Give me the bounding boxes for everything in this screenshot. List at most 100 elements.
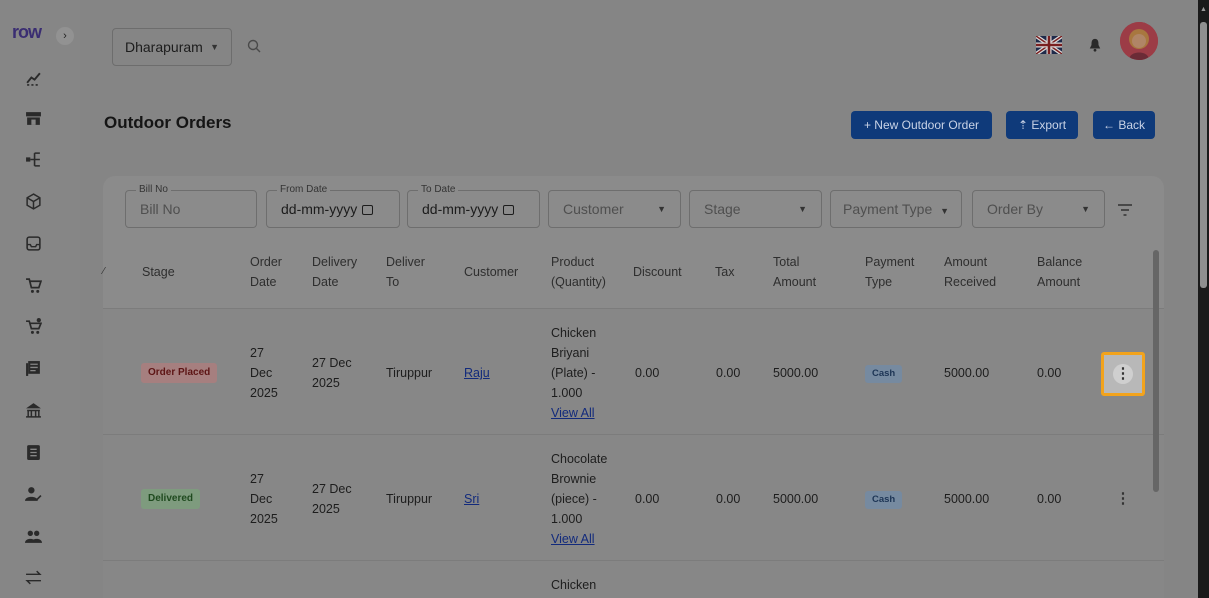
view-all-link[interactable]: View All — [551, 403, 596, 423]
page-scrollbar-thumb[interactable] — [1200, 22, 1207, 288]
order-date-cell: 27 Dec 2025 — [250, 343, 278, 403]
users-icon — [24, 530, 42, 543]
payment-type-select[interactable]: Payment Type ▼ — [830, 190, 962, 228]
table-row[interactable]: Chicken — [103, 560, 1164, 598]
payment-type-badge: Cash — [865, 365, 903, 383]
row-actions-button[interactable]: ⋮ — [1101, 352, 1145, 396]
header-deliver-to-line2: To — [386, 275, 400, 289]
table-row[interactable]: Delivered 27 Dec 2025 27 Dec 2025 Tirupp… — [103, 434, 1164, 560]
amount-received-cell: 5000.00 — [944, 492, 990, 506]
location-value: Dharapuram — [125, 39, 203, 55]
table-scrollbar[interactable] — [1153, 250, 1159, 492]
sidebar-expand-button[interactable]: › — [56, 27, 74, 45]
bell-icon[interactable] — [1088, 38, 1102, 52]
customer-link[interactable]: Sri — [464, 489, 479, 509]
to-date-value: dd-mm-yyyy — [422, 201, 499, 217]
header-delivery-date[interactable]: Delivery Date — [312, 252, 357, 292]
sidebar-item-inbox[interactable] — [22, 232, 44, 254]
search-icon[interactable] — [246, 38, 262, 54]
header-amount-received-line2: Received — [944, 275, 997, 289]
sidebar-item-users[interactable] — [22, 525, 44, 547]
chevron-down-icon: ▼ — [657, 204, 666, 214]
location-select[interactable]: Dharapuram ▼ — [112, 28, 232, 66]
page-scrollbar[interactable]: ▲ — [1198, 0, 1209, 598]
from-date-field[interactable]: From Date dd-mm-yyyy — [266, 183, 400, 228]
avatar[interactable] — [1120, 22, 1158, 60]
inbox-icon — [25, 235, 41, 251]
uk-flag-icon[interactable] — [1036, 36, 1062, 54]
more-vertical-icon: ⋮ — [1115, 490, 1131, 507]
order-date-year: 2025 — [250, 386, 278, 400]
stage-select[interactable]: Stage ▼ — [689, 190, 822, 228]
header-balance-amount[interactable]: Balance Amount — [1037, 252, 1082, 292]
header-deliver-to[interactable]: Deliver To — [386, 252, 425, 292]
header-total-amount[interactable]: Total Amount — [773, 252, 816, 292]
header-balance-amount-line2: Amount — [1037, 275, 1081, 289]
export-button[interactable]: ⇡ Export — [1006, 111, 1078, 139]
header-discount[interactable]: Discount — [633, 262, 682, 282]
calendar-icon[interactable] — [362, 205, 374, 215]
discount-cell: 0.00 — [635, 366, 660, 380]
page-title: Outdoor Orders — [104, 113, 232, 132]
calendar-icon[interactable] — [503, 205, 515, 215]
sidebar-item-user[interactable] — [22, 483, 44, 505]
product-line: Chocolate — [551, 452, 608, 466]
header-amount-received[interactable]: Amount Received — [944, 252, 996, 292]
delivery-date-line1: 27 Dec — [312, 356, 352, 370]
header-order-date[interactable]: Order Date — [250, 252, 282, 292]
new-outdoor-order-button[interactable]: + New Outdoor Order — [851, 111, 992, 139]
customer-select[interactable]: Customer ▼ — [548, 190, 681, 228]
bill-no-field[interactable]: Bill No Bill No — [125, 183, 257, 228]
header-balance-amount-line1: Balance — [1037, 255, 1083, 269]
stage-badge-order-placed: Order Placed — [141, 363, 218, 383]
chevron-down-icon: ▼ — [940, 206, 950, 216]
sidebar-item-transfer[interactable] — [22, 566, 44, 588]
sidebar: row › — [0, 0, 80, 598]
delivery-date-cell: 27 Dec 2025 — [312, 479, 352, 519]
order-by-select[interactable]: Order By ▼ — [972, 190, 1105, 228]
header-product-line2: (Quantity) — [551, 275, 606, 289]
row-actions-button[interactable]: ⋮ — [1110, 486, 1136, 512]
brand-logo[interactable]: row — [12, 22, 42, 43]
chart-icon — [25, 72, 41, 86]
sidebar-item-reports[interactable] — [22, 441, 44, 463]
sidebar-item-cart[interactable] — [22, 274, 44, 296]
to-date-field[interactable]: To Date dd-mm-yyyy — [407, 183, 540, 228]
sidebar-item-store[interactable] — [22, 107, 44, 129]
order-date-day: 27 — [250, 346, 264, 360]
stage-badge-delivered: Delivered — [141, 489, 201, 509]
filter-icon[interactable] — [1117, 203, 1133, 217]
sidebar-item-documents[interactable] — [22, 357, 44, 379]
user-edit-icon — [24, 486, 42, 501]
cart-icon — [25, 277, 42, 293]
sort-indicator-icon[interactable]: ⁄ — [103, 262, 105, 282]
view-all-link[interactable]: View All — [551, 529, 607, 549]
sidebar-item-hierarchy[interactable] — [22, 148, 44, 170]
sidebar-item-cart-add[interactable] — [22, 315, 44, 337]
header-customer[interactable]: Customer — [464, 262, 518, 282]
header-product[interactable]: Product (Quantity) — [551, 252, 606, 292]
product-cell: Chocolate Brownie (piece) - 1.000 View A… — [551, 449, 607, 549]
sidebar-item-analytics[interactable] — [22, 66, 44, 88]
amount-received-cell: 5000.00 — [944, 366, 990, 380]
header-payment-type-line1: Payment — [865, 255, 915, 269]
header-stage[interactable]: Stage — [142, 262, 175, 282]
header-delivery-date-line1: Delivery — [312, 255, 358, 269]
more-vertical-icon: ⋮ — [1113, 364, 1133, 384]
sidebar-item-products[interactable] — [22, 190, 44, 212]
store-icon — [25, 111, 41, 125]
chevron-down-icon: ▼ — [210, 42, 219, 52]
header-payment-type[interactable]: Payment Type — [865, 252, 914, 292]
balance-amount-cell: 0.00 — [1037, 492, 1062, 506]
order-date-month: Dec — [250, 366, 273, 380]
sidebar-item-outdoor[interactable] — [22, 399, 44, 421]
table-header: ⁄ Stage Order Date Delivery Date Deliver… — [103, 238, 1164, 308]
discount-cell: 0.00 — [635, 492, 660, 506]
customer-link[interactable]: Raju — [464, 363, 490, 383]
header-tax[interactable]: Tax — [715, 262, 734, 282]
table-row[interactable]: Order Placed 27 Dec 2025 27 Dec 2025 Tir… — [103, 308, 1164, 434]
chevron-down-icon: ▼ — [1081, 204, 1090, 214]
back-button[interactable]: ← Back — [1093, 111, 1155, 139]
scroll-up-icon[interactable]: ▲ — [1200, 6, 1207, 13]
header-deliver-to-line1: Deliver — [386, 255, 425, 269]
